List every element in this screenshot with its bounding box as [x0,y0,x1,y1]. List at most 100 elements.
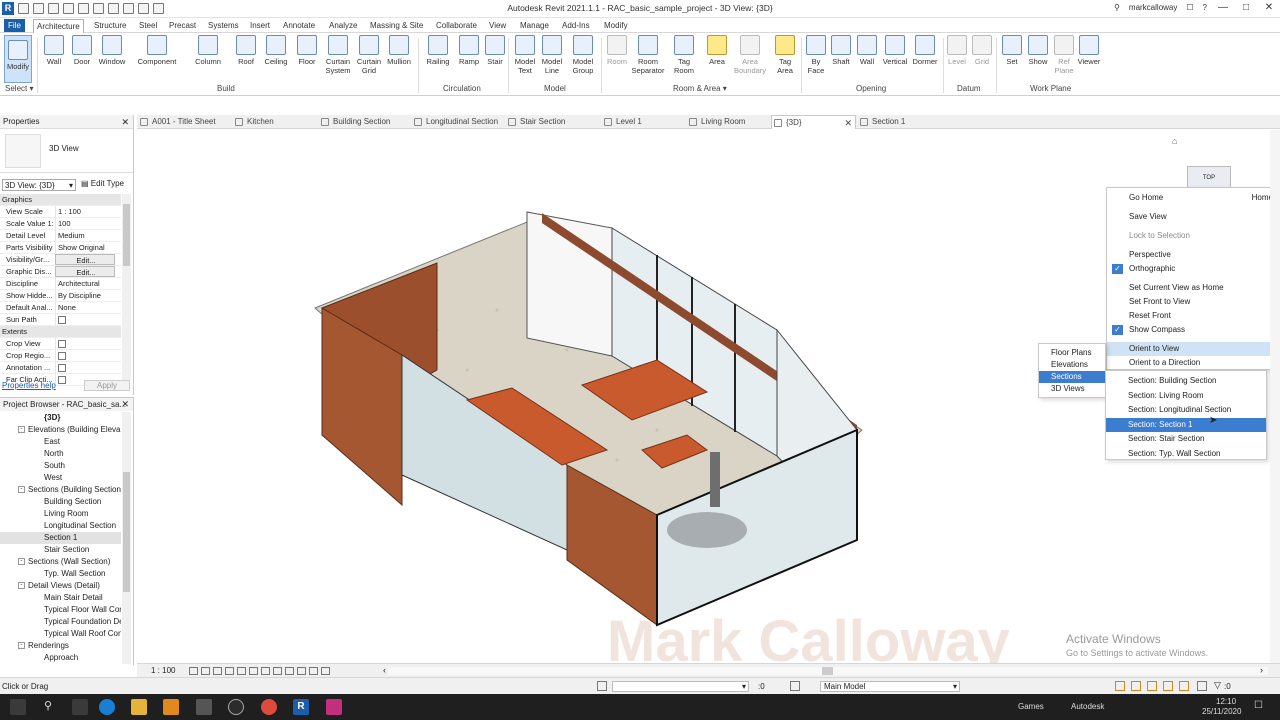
curtain-grid-button[interactable]: Curtain Grid [354,35,384,75]
properties-scrollbar[interactable] [122,194,131,380]
ceiling-button[interactable]: Ceiling [261,35,291,66]
visual-style-icon[interactable] [201,667,210,675]
area-boundary-button[interactable]: Area Boundary [732,35,768,75]
search-icon[interactable]: ⚲ [40,699,56,715]
browser-node[interactable]: Section 1 [0,532,121,544]
tab-view[interactable]: View [486,19,509,32]
close-icon[interactable]: ✕ [121,398,129,411]
menu-item[interactable]: Save View [1107,210,1270,224]
revit-taskbar-icon[interactable]: R [293,699,309,715]
floor-button[interactable]: Floor [294,35,320,66]
tab-massing-site[interactable]: Massing & Site [367,19,426,32]
menu-item[interactable]: 3D Views [1039,383,1105,395]
set-button[interactable]: Set [1000,35,1024,66]
tab-architecture[interactable]: Architecture [33,19,84,33]
tab-annotate[interactable]: Annotate [280,19,318,32]
menu-item[interactable]: Section: Typ. Wall Section [1106,447,1266,461]
checkbox[interactable] [58,352,66,360]
checkbox[interactable] [58,376,66,384]
tab-manage[interactable]: Manage [517,19,552,32]
property-value[interactable] [55,350,115,361]
browser-node[interactable]: {3D} [0,412,121,424]
ref-plane-button[interactable]: Ref Plane [1052,35,1076,75]
file-explorer-icon[interactable] [131,699,147,715]
browser-node[interactable]: Living Room [0,508,121,520]
edit-button[interactable]: Edit... [55,266,115,277]
property-value[interactable]: 100 [55,218,115,229]
vertical-button[interactable]: Vertical [881,35,909,66]
3d-viewport[interactable]: Mark Calloway ⌂ TOP Activate Windows Go … [137,130,1270,663]
browser-node[interactable]: Building Section [0,496,121,508]
games-label[interactable]: Games [1018,702,1044,711]
tab-stair-section[interactable]: Stair Section [506,115,602,129]
autodesk-label[interactable]: Autodesk [1071,702,1104,711]
browser-node[interactable]: Stair Section [0,544,121,556]
collapse-toggle-icon[interactable]: - [18,582,25,590]
browser-node[interactable]: - Sections (Building Section [0,484,121,496]
curtain-system-button[interactable]: Curtain System [322,35,354,75]
wall-button[interactable]: Wall [41,35,67,66]
property-value[interactable] [55,338,115,349]
browser-node[interactable]: - Renderings [0,640,121,652]
close-button[interactable]: ✕ [1262,2,1276,13]
menu-item[interactable]: Sections [1039,371,1105,383]
menu-item[interactable]: Section: Section 1 [1106,417,1266,432]
tab-building-section[interactable]: Building Section [319,115,412,129]
menu-item[interactable]: Orient to View› [1107,342,1270,356]
menu-item[interactable]: Section: Building Section [1106,374,1266,388]
viewport-vertical-scrollbar[interactable] [1270,130,1280,663]
workset-selector[interactable]: ▾ [612,681,749,692]
menu-item[interactable]: Reset Front [1107,309,1270,323]
select-links-icon[interactable] [1115,681,1125,691]
window-button[interactable]: Window [96,35,128,66]
property-value[interactable]: By Discipline [55,290,115,301]
shaft-button[interactable]: Shaft [829,35,853,66]
tag-area-button[interactable]: Tag Area [772,35,798,75]
grid-button[interactable]: Grid [970,35,994,66]
stair-button[interactable]: Stair [482,35,508,66]
by-face-button[interactable]: By Face [805,35,827,75]
tab-modify[interactable]: Modify [601,19,631,32]
lock-3d-icon[interactable] [273,667,282,675]
app-icon[interactable] [196,699,212,715]
scroll-thumb[interactable] [123,204,130,266]
minimize-button[interactable]: — [1216,2,1230,13]
maximize-button[interactable]: □ [1239,2,1253,13]
level-button[interactable]: Level [945,35,969,66]
modify-button[interactable]: Modify [4,35,32,83]
browser-node[interactable]: Typical Floor Wall Con [0,604,121,616]
browser-node[interactable]: Approach [0,652,121,664]
worksets-icon[interactable] [597,681,607,691]
drag-elements-icon[interactable] [1179,681,1189,691]
checkbox[interactable] [58,364,66,372]
tab-systems[interactable]: Systems [205,19,242,32]
close-icon[interactable]: ✕ [121,115,129,129]
browser-node[interactable]: North [0,448,121,460]
sun-path-icon[interactable] [213,667,222,675]
edge-icon[interactable] [99,699,115,715]
chrome-icon[interactable] [261,699,277,715]
menu-item[interactable]: Go Home Home [1107,191,1270,205]
menu-item[interactable]: Lock to Selection [1107,229,1270,243]
select-pinned-icon[interactable] [1147,681,1157,691]
horizontal-scrollbar[interactable] [388,667,1268,675]
temp-hide-icon[interactable] [285,667,294,675]
tab-3d[interactable]: {3D} ✕ [771,115,856,129]
select-underlay-icon[interactable] [1131,681,1141,691]
task-view-icon[interactable] [72,699,88,715]
checkbox[interactable] [58,316,66,324]
component-button[interactable]: Component [134,35,180,66]
browser-node[interactable]: Longitudinal Section [0,520,121,532]
roof-button[interactable]: Roof [233,35,259,66]
property-value[interactable]: Architectural [55,278,115,289]
menu-item[interactable]: Section: Living Room [1106,389,1266,403]
tab-steel[interactable]: Steel [136,19,160,32]
property-value[interactable] [55,362,115,373]
property-value[interactable]: None [55,302,115,313]
analytical-model-icon[interactable] [309,667,318,675]
browser-node[interactable]: - Sections (Wall Section) [0,556,121,568]
railing-button[interactable]: Railing [424,35,452,66]
area-button[interactable]: Area [704,35,730,66]
model-group-button[interactable]: Model Group [568,35,598,75]
reveal-hidden-icon[interactable] [297,667,306,675]
